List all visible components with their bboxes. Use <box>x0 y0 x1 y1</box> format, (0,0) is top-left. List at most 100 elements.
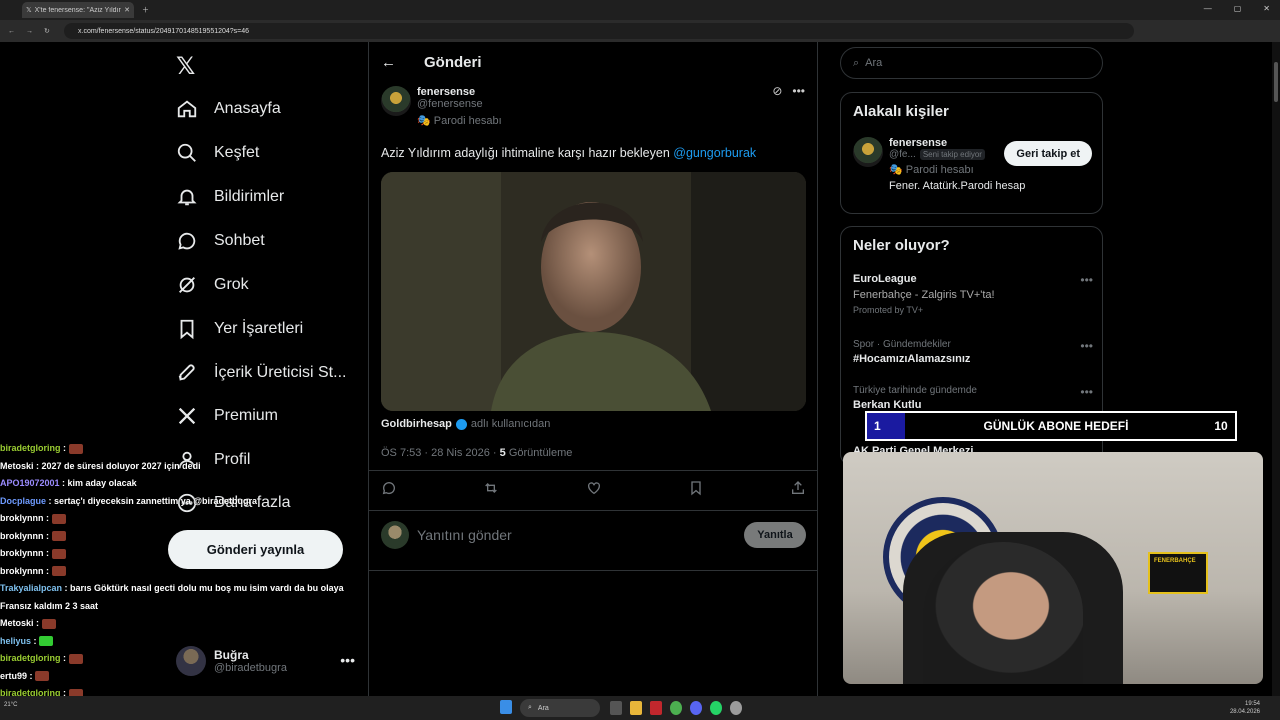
chat-emote-icon <box>51 531 66 542</box>
nav-item-bookmarks[interactable]: Yer İşaretleri <box>176 318 303 340</box>
author-name[interactable]: fenersense <box>417 86 502 98</box>
system-clock[interactable]: 19:54 28.04.2026 <box>1230 700 1260 716</box>
weather-widget[interactable]: 21°C <box>4 702 17 708</box>
post-actions <box>381 480 806 496</box>
new-tab-button[interactable]: ＋ <box>142 5 149 15</box>
chat-separator: : <box>33 618 42 628</box>
url-field[interactable]: x.com/fenersense/status/2049170148519551… <box>64 23 1134 39</box>
author-avatar[interactable] <box>381 86 411 116</box>
task-view-icon[interactable] <box>610 701 622 715</box>
post-more-icon[interactable]: ••• <box>792 84 805 98</box>
search-placeholder: Ara <box>865 57 883 69</box>
obs-icon[interactable] <box>730 701 742 715</box>
app-icon[interactable] <box>650 701 662 715</box>
nav-item-chat[interactable]: Sohbet <box>176 230 265 252</box>
chat-username[interactable]: broklynnn <box>0 566 44 576</box>
divider <box>369 510 817 511</box>
taskbar-search[interactable]: ⌕ Ara <box>520 699 600 717</box>
share-icon[interactable] <box>790 480 806 496</box>
post-body: Aziz Yıldırım adaylığı ihtimaline karşı … <box>381 146 674 160</box>
forward-icon[interactable]: → <box>26 28 33 35</box>
chat-username[interactable]: broklynnn <box>0 548 44 558</box>
mask-icon: 🎭 <box>417 115 431 127</box>
chat-username[interactable]: heliyus <box>0 636 31 646</box>
chat-username[interactable]: Metoski <box>0 618 34 628</box>
reply-button[interactable]: Yanıtla <box>744 522 806 548</box>
back-arrow-icon[interactable]: ← <box>381 54 396 71</box>
discord-icon[interactable] <box>690 701 702 715</box>
close-tab-icon[interactable]: ✕ <box>124 6 130 14</box>
grok-icon <box>179 277 195 293</box>
minimize-button[interactable]: — <box>1204 4 1212 13</box>
scrollbar-thumb[interactable] <box>1274 62 1278 102</box>
related-parody: 🎭 Parodi hesabı <box>889 163 1025 176</box>
post-time[interactable]: ÖS 7:53 · 28 Nis 2026 · <box>381 447 500 459</box>
related-avatar[interactable] <box>853 137 883 167</box>
nav-item-notifications[interactable]: Bildirimler <box>176 186 284 208</box>
nav-item-premium[interactable]: Premium <box>176 405 278 427</box>
post-author[interactable]: fenersense @fenersense 🎭 Parodi hesabı <box>381 86 502 127</box>
follow-back-button[interactable]: Geri takip et <box>1004 141 1092 166</box>
nav-item-grok[interactable]: Grok <box>176 274 249 296</box>
back-icon[interactable]: ← <box>8 28 15 35</box>
chrome-icon[interactable] <box>670 701 682 715</box>
chat-message: Metoski : <box>0 615 370 633</box>
reply-icon[interactable] <box>381 480 397 496</box>
stream-chat: biradetgloring : Metoski : 2027 de süres… <box>0 440 370 720</box>
bookmark-icon[interactable] <box>688 480 704 496</box>
chat-username[interactable]: ertu99 <box>0 671 27 681</box>
like-icon[interactable] <box>586 480 602 496</box>
author-handle[interactable]: @fenersense <box>417 98 502 110</box>
trend-more-icon[interactable]: ••• <box>1080 339 1093 353</box>
x-logo-icon[interactable]: 𝕏 <box>176 52 195 81</box>
grok-explain-icon[interactable]: ⊘ <box>772 84 782 98</box>
related-people-panel: Alakalı kişiler fenersense @fe... Seni ta… <box>840 92 1103 214</box>
chat-username[interactable]: APO19072001 <box>0 478 60 488</box>
close-window-button[interactable]: ✕ <box>1263 4 1270 13</box>
reply-input[interactable]: Yanıtını gönder <box>417 527 736 543</box>
trend-item[interactable]: EuroLeague Fenerbahçe - Zalgiris TV+'ta!… <box>853 273 1093 315</box>
mention-link[interactable]: @gungorburak <box>673 146 756 160</box>
scrollbar[interactable] <box>1272 42 1280 696</box>
chat-username[interactable]: biradetgloring <box>0 443 61 453</box>
chat-username[interactable]: biradetgloring <box>0 653 61 663</box>
repost-icon[interactable] <box>483 480 499 496</box>
chat-emote-icon <box>35 671 50 682</box>
related-bio: Fener. Atatürk.Parodi hesap <box>889 180 1026 192</box>
trend-more-icon[interactable]: ••• <box>1080 385 1093 399</box>
chat-username[interactable]: broklynnn <box>0 513 44 523</box>
file-explorer-icon[interactable] <box>630 701 642 715</box>
chat-message: broklynnn : <box>0 528 370 546</box>
search-input[interactable]: ⌕ Ara <box>840 47 1103 79</box>
nav-item-home[interactable]: Anasayfa <box>176 98 281 120</box>
post-header: ← Gönderi <box>381 54 482 71</box>
chat-username[interactable]: Docplague <box>0 496 46 506</box>
chat-text: 2027 de süresi doluyor 2027 için dedi <box>41 460 201 471</box>
chat-message: broklynnn : <box>0 510 370 528</box>
source-name[interactable]: Goldbirhesap <box>381 418 452 430</box>
post-video[interactable] <box>381 172 806 411</box>
chat-username[interactable]: Trakyalialpcan <box>0 583 62 593</box>
club-flag: FENERBAHÇE <box>1148 552 1208 594</box>
chat-message: Metoski : 2027 de süresi doluyor 2027 iç… <box>0 458 370 476</box>
maximize-button[interactable]: ▢ <box>1234 4 1242 13</box>
chat-username[interactable]: broklynnn <box>0 531 44 541</box>
nav-item-explore[interactable]: Keşfet <box>176 142 259 164</box>
chat-text: Fransız kaldım 2 3 saat <box>0 600 99 611</box>
trend-category: Spor · Gündemdekiler <box>853 339 951 350</box>
taskbar-icons <box>500 700 512 714</box>
browser-tab[interactable]: 𝕏 X'te fenersense: "Aziz Yıldırı ✕ <box>22 2 134 18</box>
goal-progress-fill: 1 <box>867 413 905 439</box>
chat-username[interactable]: Metoski <box>0 461 34 471</box>
follows-you-badge: Seni takip ediyor <box>919 149 985 160</box>
whatsapp-icon[interactable] <box>710 701 722 715</box>
reload-icon[interactable]: ↻ <box>44 27 50 35</box>
trend-more-icon[interactable]: ••• <box>1080 273 1093 287</box>
nav-item-creator-studio[interactable]: İçerik Üreticisi St... <box>176 362 346 384</box>
search-icon <box>177 143 196 162</box>
start-icon[interactable] <box>500 700 512 714</box>
trend-item[interactable]: Spor · Gündemdekiler #HocamızıAlamazsını… <box>853 339 1093 365</box>
chat-separator: : <box>46 495 55 506</box>
trend-item[interactable]: Türkiye tarihinde gündemde Berkan Kutlu … <box>853 385 1093 411</box>
chat-message: broklynnn : <box>0 563 370 581</box>
